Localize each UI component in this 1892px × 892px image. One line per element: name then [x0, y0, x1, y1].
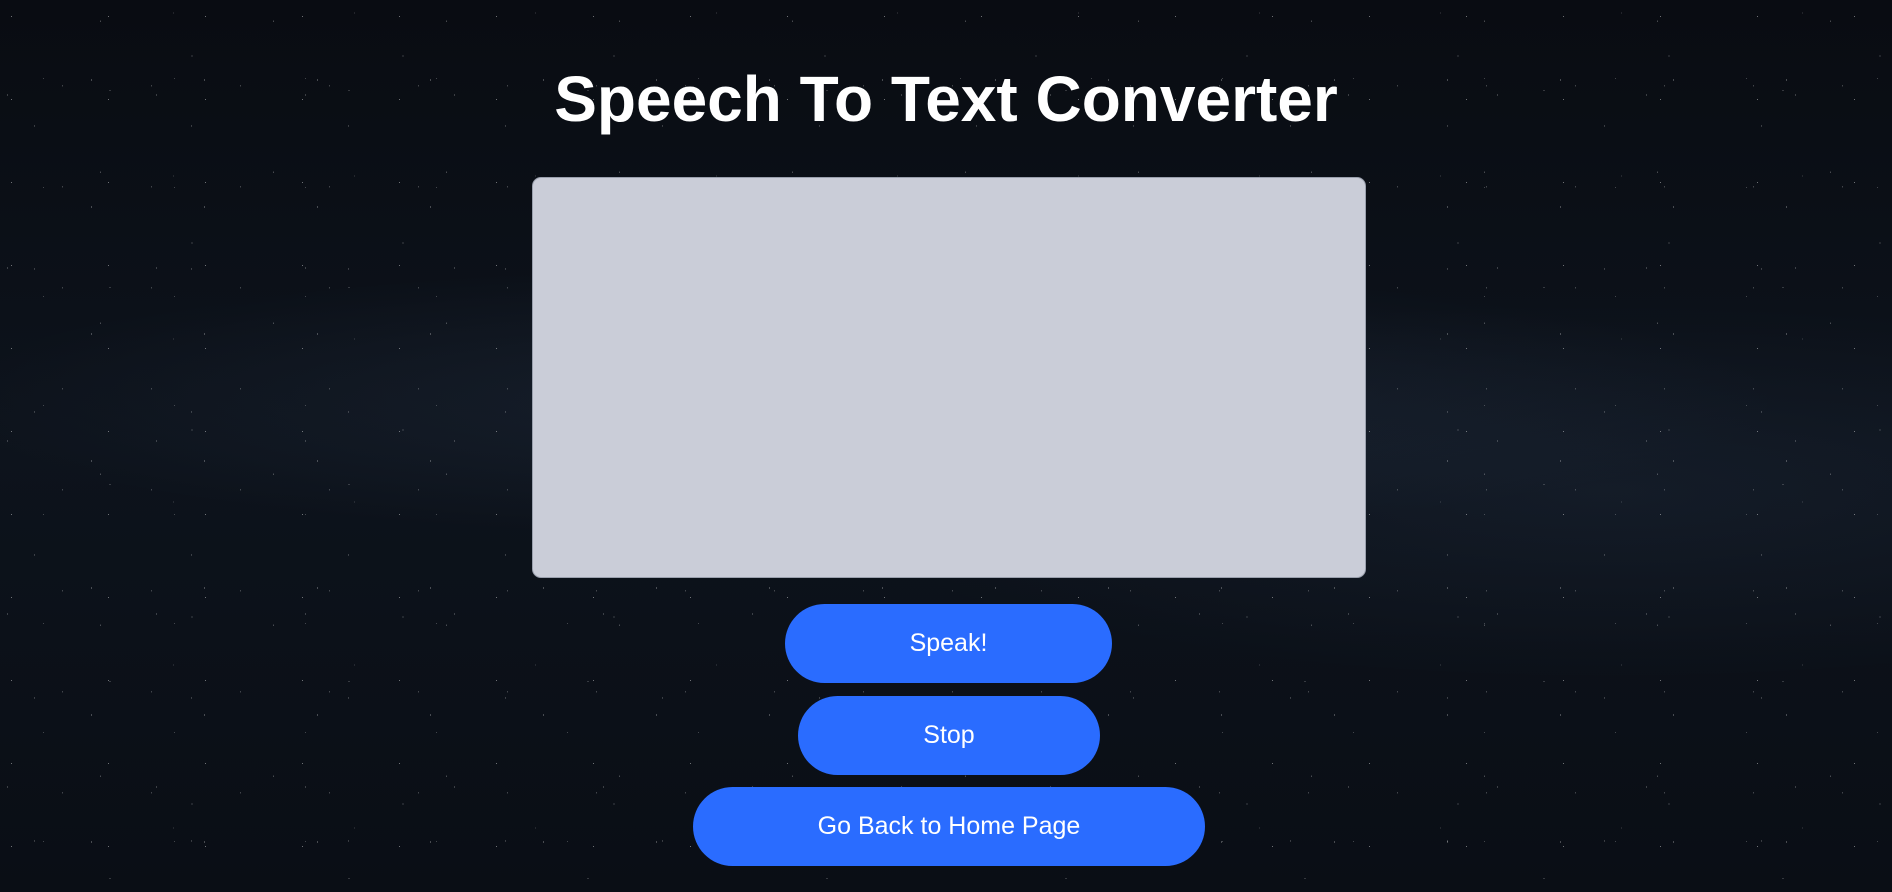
- speak-button[interactable]: Speak!: [785, 604, 1112, 683]
- page-title: Speech To Text Converter: [554, 63, 1338, 135]
- go-back-home-button-label: Go Back to Home Page: [817, 812, 1081, 840]
- go-back-home-button[interactable]: Go Back to Home Page: [693, 787, 1205, 866]
- speak-button-label: Speak!: [909, 629, 988, 657]
- stop-button-label: Stop: [923, 721, 975, 749]
- transcript-textarea[interactable]: [532, 177, 1366, 578]
- stop-button[interactable]: Stop: [798, 696, 1100, 775]
